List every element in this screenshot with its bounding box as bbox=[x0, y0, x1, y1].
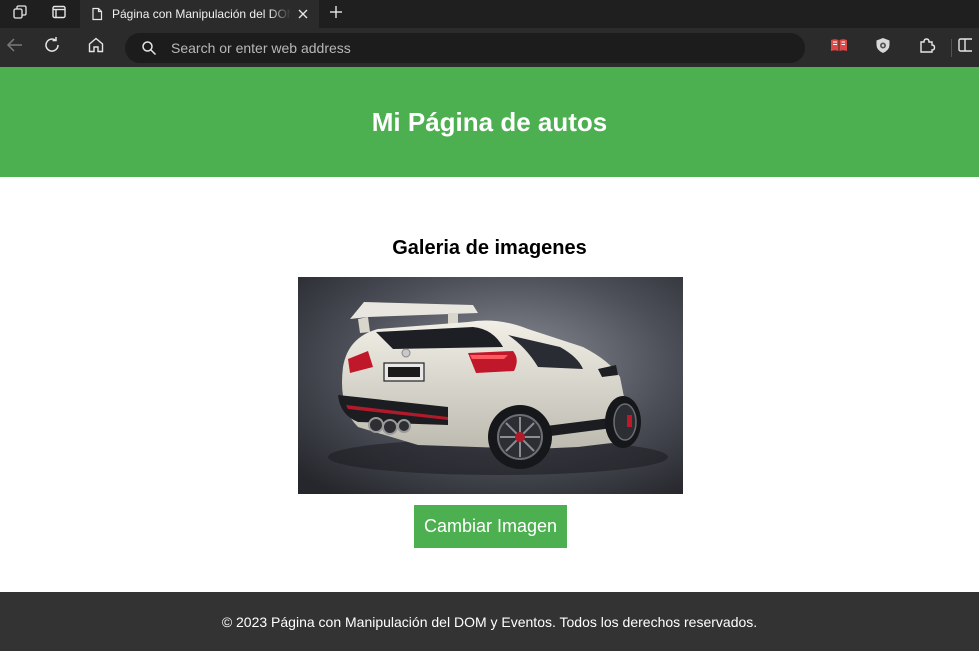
shield-button[interactable] bbox=[861, 28, 905, 67]
split-screen-button[interactable] bbox=[958, 28, 978, 67]
close-icon[interactable] bbox=[295, 6, 311, 22]
workspaces-button[interactable] bbox=[0, 0, 39, 28]
page-title: Mi Página de autos bbox=[371, 106, 608, 137]
tab-actions-button[interactable] bbox=[39, 0, 78, 28]
active-tab[interactable]: Página con Manipulación del DOM y Evento… bbox=[80, 0, 319, 28]
tab-strip: Página con Manipulación del DOM y Evento… bbox=[0, 0, 979, 28]
car-image bbox=[298, 277, 683, 494]
search-icon bbox=[141, 40, 157, 56]
puzzle-icon bbox=[918, 36, 936, 59]
reader-button[interactable] bbox=[817, 28, 861, 67]
refresh-icon bbox=[43, 36, 61, 59]
workspaces-icon bbox=[12, 4, 28, 25]
site-header: Mi Página de autos bbox=[0, 67, 979, 177]
browser-toolbar bbox=[0, 28, 979, 67]
address-bar[interactable] bbox=[125, 32, 805, 63]
shield-icon bbox=[875, 37, 891, 59]
new-tab-button[interactable] bbox=[319, 0, 353, 28]
book-icon bbox=[830, 37, 848, 58]
home-icon bbox=[87, 36, 105, 59]
browser-window: Página con Manipulación del DOM y Evento… bbox=[0, 0, 979, 651]
refresh-button[interactable] bbox=[30, 28, 74, 67]
footer-copyright: © 2023 Página con Manipulación del DOM y… bbox=[221, 613, 758, 630]
split-screen-icon bbox=[958, 37, 974, 58]
toolbar-divider bbox=[951, 38, 952, 57]
home-button[interactable] bbox=[74, 28, 118, 67]
back-button[interactable] bbox=[0, 28, 30, 67]
tab-title: Página con Manipulación del DOM y Evento… bbox=[112, 7, 291, 21]
site-footer: © 2023 Página con Manipulación del DOM y… bbox=[0, 592, 979, 651]
plus-icon bbox=[329, 5, 343, 24]
address-input[interactable] bbox=[171, 39, 731, 56]
change-image-button[interactable]: Cambiar Imagen bbox=[414, 505, 567, 548]
back-arrow-icon bbox=[6, 37, 24, 58]
toolbar-right bbox=[817, 28, 978, 67]
document-icon bbox=[90, 7, 104, 21]
tab-actions-icon bbox=[51, 4, 67, 25]
web-page: Mi Página de autos Galeria de imagenes C… bbox=[0, 67, 979, 651]
extensions-button[interactable] bbox=[905, 28, 949, 67]
gallery-title: Galeria de imagenes bbox=[392, 237, 587, 259]
